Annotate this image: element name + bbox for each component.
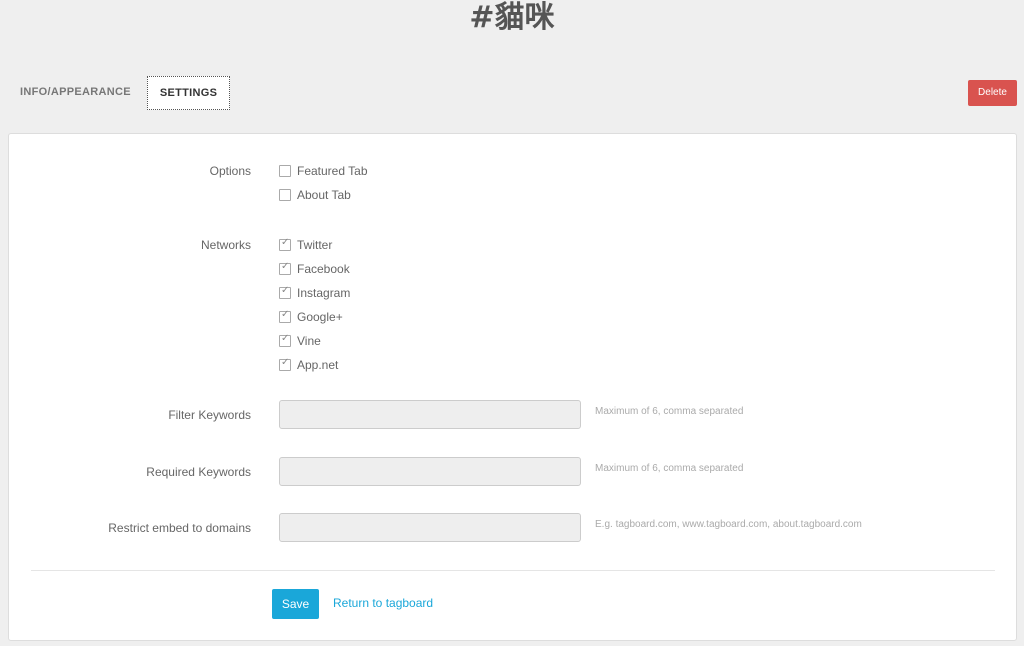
restrict-domains-hint: E.g. tagboard.com, www.tagboard.com, abo… [595,519,862,530]
required-keywords-input[interactable] [279,457,581,486]
tab-info-appearance[interactable]: INFO/APPEARANCE [12,76,139,110]
vine-checkbox[interactable] [279,333,291,347]
settings-panel: Options Featured Tab About Tab Networks … [8,133,1017,641]
about-tab-checkbox[interactable] [279,189,291,201]
appnet-checkbox[interactable] [279,357,291,371]
network-vine[interactable]: Vine [279,333,321,349]
twitter-label: Twitter [297,238,333,252]
delete-button[interactable]: Delete [968,80,1017,106]
instagram-label: Instagram [297,286,351,300]
option-about-tab[interactable]: About Tab [279,187,351,203]
network-googleplus[interactable]: Google+ [279,309,343,325]
featured-tab-label: Featured Tab [297,164,368,178]
tab-settings[interactable]: SETTINGS [146,76,231,110]
twitter-checkbox[interactable] [279,237,291,251]
network-twitter[interactable]: Twitter [279,237,332,253]
filter-keywords-input[interactable] [279,400,581,429]
network-instagram[interactable]: Instagram [279,285,350,301]
instagram-checkbox[interactable] [279,285,291,299]
facebook-checkbox[interactable] [279,261,291,275]
required-keywords-label: Required Keywords [146,465,251,479]
form-divider [31,570,995,571]
return-to-tagboard-link[interactable]: Return to tagboard [333,596,433,610]
restrict-domains-input[interactable] [279,513,581,542]
option-featured-tab[interactable]: Featured Tab [279,163,368,179]
facebook-label: Facebook [297,262,350,276]
filter-keywords-label: Filter Keywords [168,408,251,422]
options-label: Options [209,164,251,178]
save-button[interactable]: Save [272,589,319,619]
restrict-domains-label: Restrict embed to domains [108,521,251,535]
appnet-label: App.net [297,358,339,372]
tab-bar: INFO/APPEARANCE SETTINGS [12,76,231,110]
filter-keywords-hint: Maximum of 6, comma separated [595,406,744,417]
featured-tab-checkbox[interactable] [279,165,291,177]
networks-label: Networks [200,238,251,252]
vine-label: Vine [297,334,321,348]
network-facebook[interactable]: Facebook [279,261,350,277]
page-title: #貓咪 [469,0,555,35]
googleplus-label: Google+ [297,310,343,324]
network-appnet[interactable]: App.net [279,357,338,373]
required-keywords-hint: Maximum of 6, comma separated [595,463,744,474]
about-tab-label: About Tab [297,188,351,202]
googleplus-checkbox[interactable] [279,309,291,323]
